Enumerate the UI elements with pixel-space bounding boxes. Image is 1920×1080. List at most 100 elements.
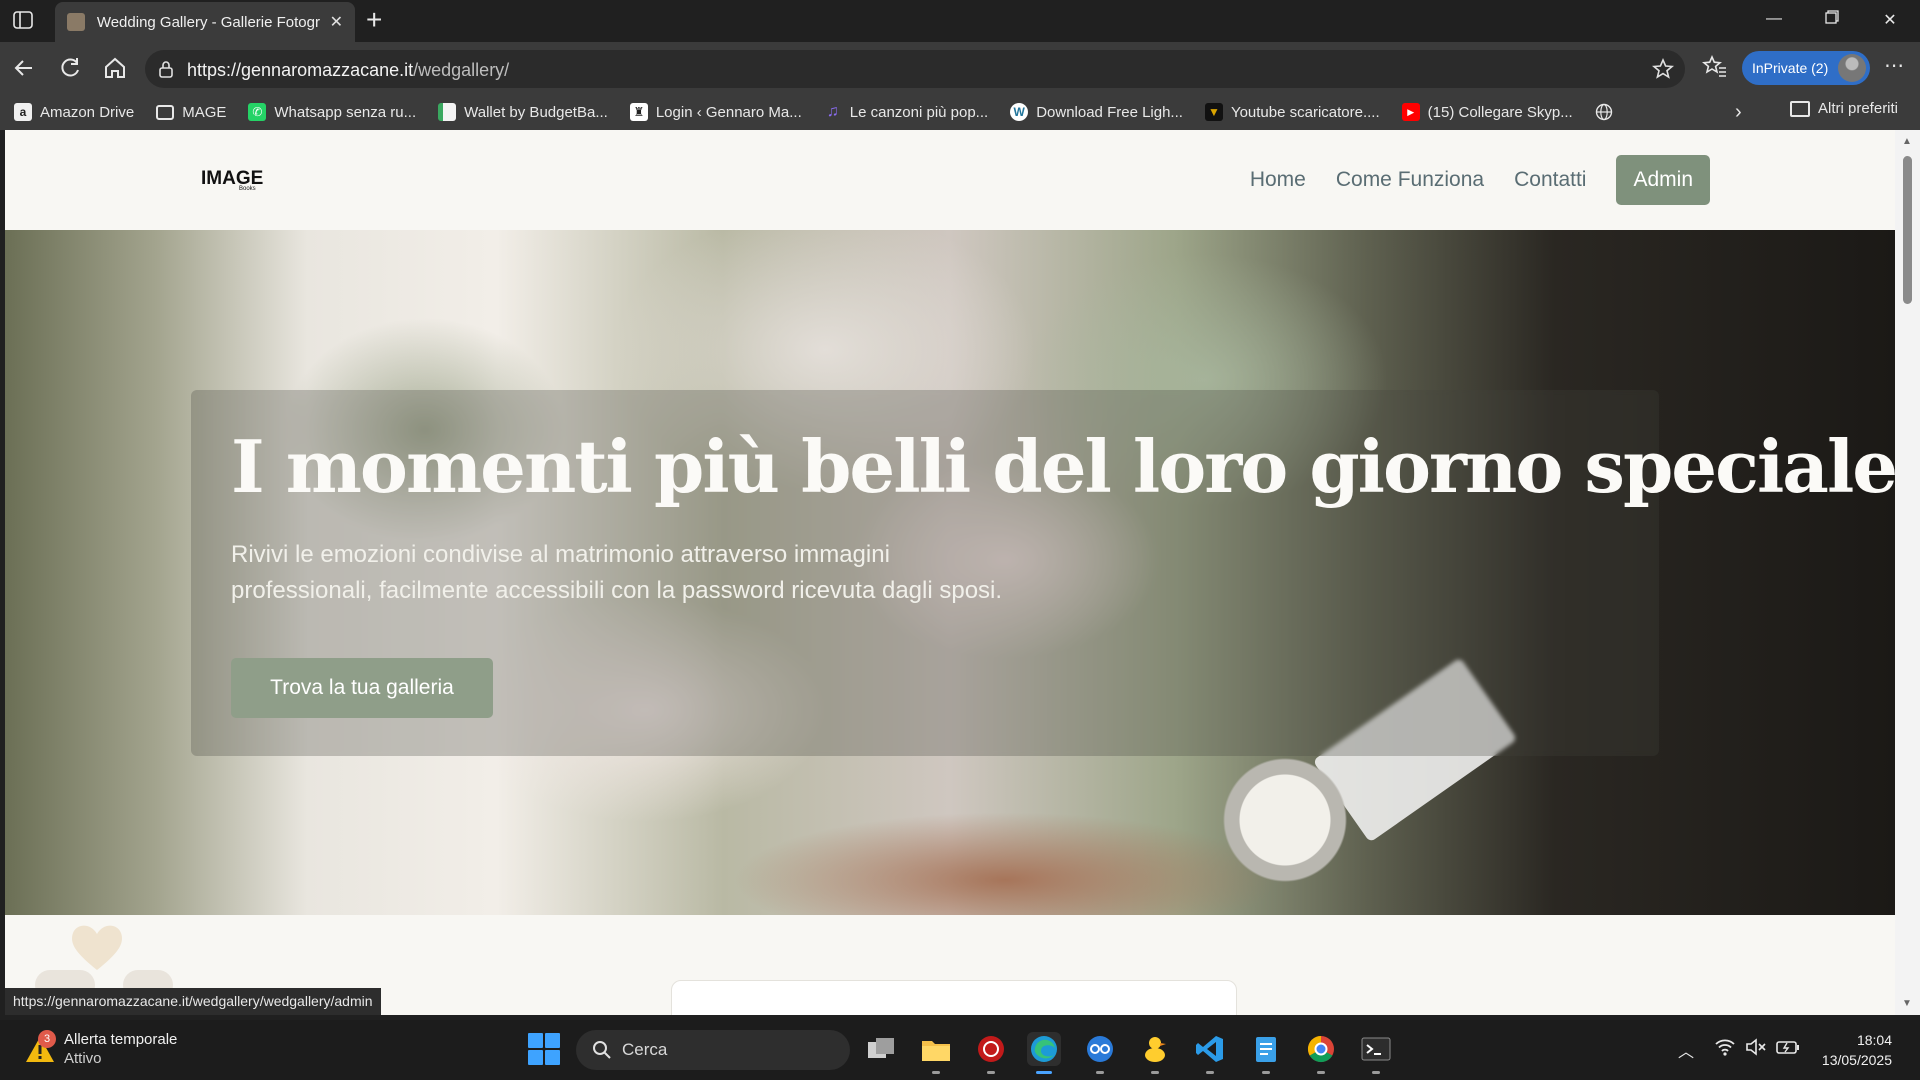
new-tab-button[interactable]: +: [366, 6, 382, 34]
inprivate-label: InPrivate (2): [1752, 60, 1829, 76]
heart-balloon-icon: [67, 920, 127, 972]
site-nav: Home Come Funziona Contatti Admin: [1220, 155, 1710, 205]
gallery-search-card: [671, 980, 1237, 1015]
duck-app-icon[interactable]: [1138, 1032, 1172, 1074]
wordpress-icon: W: [1010, 103, 1029, 121]
bookmark-label: (15) Collegare Skyp...: [1427, 103, 1573, 121]
folder-icon: [156, 104, 175, 120]
bookmark-label: Amazon Drive: [40, 103, 135, 121]
clock-time: 18:04: [1856, 1032, 1892, 1048]
active-tab[interactable]: Wedding Gallery - Gallerie Fotogr ✕: [55, 2, 355, 42]
lock-icon[interactable]: [157, 60, 175, 78]
vscode-icon[interactable]: [1193, 1032, 1227, 1074]
page-viewport: IMAGE Books Home Come Funziona Contatti …: [5, 130, 1895, 1015]
scroll-up-arrow-icon[interactable]: ▲: [1902, 136, 1912, 147]
clock-date: 13/05/2025: [1821, 1052, 1892, 1068]
chrome-icon[interactable]: [1304, 1032, 1338, 1074]
bookmark-label: Login ‹ Gennaro Ma...: [655, 103, 802, 121]
reload-button[interactable]: [56, 54, 84, 82]
amazon-icon: a: [14, 103, 32, 121]
close-window-button[interactable]: ✕: [1878, 10, 1902, 30]
bookmarks-overflow-chevron-icon[interactable]: ›: [1735, 101, 1742, 124]
bookmark-amazon-drive[interactable]: a Amazon Drive: [14, 103, 134, 121]
notepad-icon[interactable]: [1249, 1032, 1283, 1074]
wifi-icon[interactable]: [1714, 1038, 1736, 1061]
bookmark-youtube-downloader[interactable]: ▼ Youtube scaricatore....: [1204, 103, 1380, 121]
hero-subtitle: Rivivi le emozioni condivise al matrimon…: [231, 537, 1131, 609]
security-app-icon[interactable]: [974, 1032, 1008, 1074]
title-bar: Wedding Gallery - Gallerie Fotogr ✕ + — …: [0, 0, 1920, 42]
weather-title: Allerta temporale: [64, 1031, 178, 1048]
terminal-icon[interactable]: [1359, 1032, 1393, 1074]
task-view-icon[interactable]: [864, 1032, 898, 1066]
tab-close-icon[interactable]: ✕: [330, 12, 343, 32]
volume-muted-icon[interactable]: [1745, 1038, 1767, 1061]
bookmark-download-free[interactable]: W Download Free Ligh...: [1010, 103, 1183, 121]
find-gallery-button[interactable]: Trova la tua galleria: [231, 658, 493, 718]
youtube-icon: ▶: [1401, 103, 1420, 121]
url-path: /wedgallery/: [413, 60, 510, 80]
bookmark-login[interactable]: ♜ Login ‹ Gennaro Ma...: [629, 103, 802, 121]
inprivate-button[interactable]: InPrivate (2): [1742, 51, 1870, 85]
scroll-down-arrow-icon[interactable]: ▼: [1902, 998, 1912, 1009]
bookmark-collegare-skype[interactable]: ▶ (15) Collegare Skyp...: [1401, 103, 1573, 121]
weather-text: Allerta temporale Attivo: [64, 1030, 177, 1068]
loop-app-icon[interactable]: [1083, 1032, 1117, 1074]
favorites-icon[interactable]: [1700, 53, 1728, 81]
url-text[interactable]: https://gennaromazzacane.it/wedgallery/: [187, 60, 509, 81]
home-button[interactable]: [101, 54, 129, 82]
bookmark-mage[interactable]: MAGE: [156, 104, 226, 121]
nav-home-link[interactable]: Home: [1250, 168, 1306, 192]
bookmark-label: Whatsapp senza ru...: [274, 103, 417, 121]
other-favorites-folder[interactable]: Altri preferiti: [1790, 100, 1898, 117]
hero-subtitle-line-1: Rivivi le emozioni condivise al matrimon…: [231, 541, 890, 568]
file-explorer-icon[interactable]: [919, 1032, 953, 1074]
scrollbar-thumb[interactable]: [1903, 156, 1912, 304]
battery-icon[interactable]: [1776, 1038, 1800, 1061]
hero-watch: [1215, 750, 1355, 890]
bookmark-label: Download Free Ligh...: [1036, 103, 1183, 121]
bookmark-globe[interactable]: [1595, 103, 1621, 121]
edge-browser-icon[interactable]: [1027, 1032, 1061, 1074]
hero-subtitle-line-2: professionali, facilmente accessibili co…: [231, 577, 1003, 604]
minimize-button[interactable]: —: [1762, 10, 1786, 28]
bookmark-label: Le canzoni più pop...: [849, 103, 989, 121]
tray-overflow-chevron-icon[interactable]: ︿: [1678, 1038, 1694, 1062]
other-favorites-label: Altri preferiti: [1818, 100, 1899, 117]
admin-button[interactable]: Admin: [1616, 155, 1710, 205]
bookmark-whatsapp[interactable]: ✆ Whatsapp senza ru...: [248, 103, 416, 121]
wallet-icon: [438, 103, 457, 121]
profile-avatar: [1838, 54, 1866, 82]
login-icon: ♜: [629, 103, 648, 121]
favorite-star-icon[interactable]: [1651, 57, 1675, 81]
nav-how-it-works-link[interactable]: Come Funziona: [1336, 168, 1484, 192]
site-logo[interactable]: IMAGE Books: [201, 168, 263, 192]
more-menu-icon[interactable]: ⋯: [1884, 53, 1905, 78]
storm-warning-icon: 3: [24, 1030, 56, 1064]
logo-subtext: Books: [239, 186, 256, 192]
folder-icon: [1790, 100, 1810, 117]
tab-actions-icon[interactable]: [12, 10, 36, 32]
taskbar-search[interactable]: Cerca: [576, 1030, 850, 1070]
address-bar[interactable]: https://gennaromazzacane.it/wedgallery/: [145, 50, 1685, 88]
tab-favicon-icon: [67, 13, 85, 31]
weather-widget[interactable]: 3 Allerta temporale Attivo: [24, 1030, 177, 1068]
search-icon: [593, 1041, 611, 1059]
downloader-icon: ▼: [1204, 103, 1223, 121]
bookmark-canzoni[interactable]: ♫ Le canzoni più pop...: [824, 103, 988, 121]
tab-title: Wedding Gallery - Gallerie Fotogr: [96, 13, 320, 31]
page-scrollbar[interactable]: ▲ ▼: [1895, 130, 1920, 1015]
globe-icon: [1595, 103, 1613, 121]
nav-contacts-link[interactable]: Contatti: [1514, 168, 1586, 192]
bookmark-wallet[interactable]: Wallet by BudgetBa...: [438, 103, 608, 121]
restore-button[interactable]: [1820, 10, 1844, 29]
system-clock[interactable]: 18:04 13/05/2025: [1812, 1030, 1892, 1070]
bookmark-label: MAGE: [182, 103, 227, 121]
bookmarks-bar: a Amazon Drive MAGE ✆ Whatsapp senza ru.…: [0, 94, 1920, 130]
weather-status: Attivo: [64, 1050, 102, 1067]
weather-badge: 3: [38, 1030, 56, 1048]
address-toolbar: https://gennaromazzacane.it/wedgallery/: [0, 42, 1920, 94]
start-button[interactable]: [528, 1033, 560, 1065]
site-header: IMAGE Books Home Come Funziona Contatti …: [5, 130, 1895, 230]
back-button[interactable]: [10, 54, 38, 82]
